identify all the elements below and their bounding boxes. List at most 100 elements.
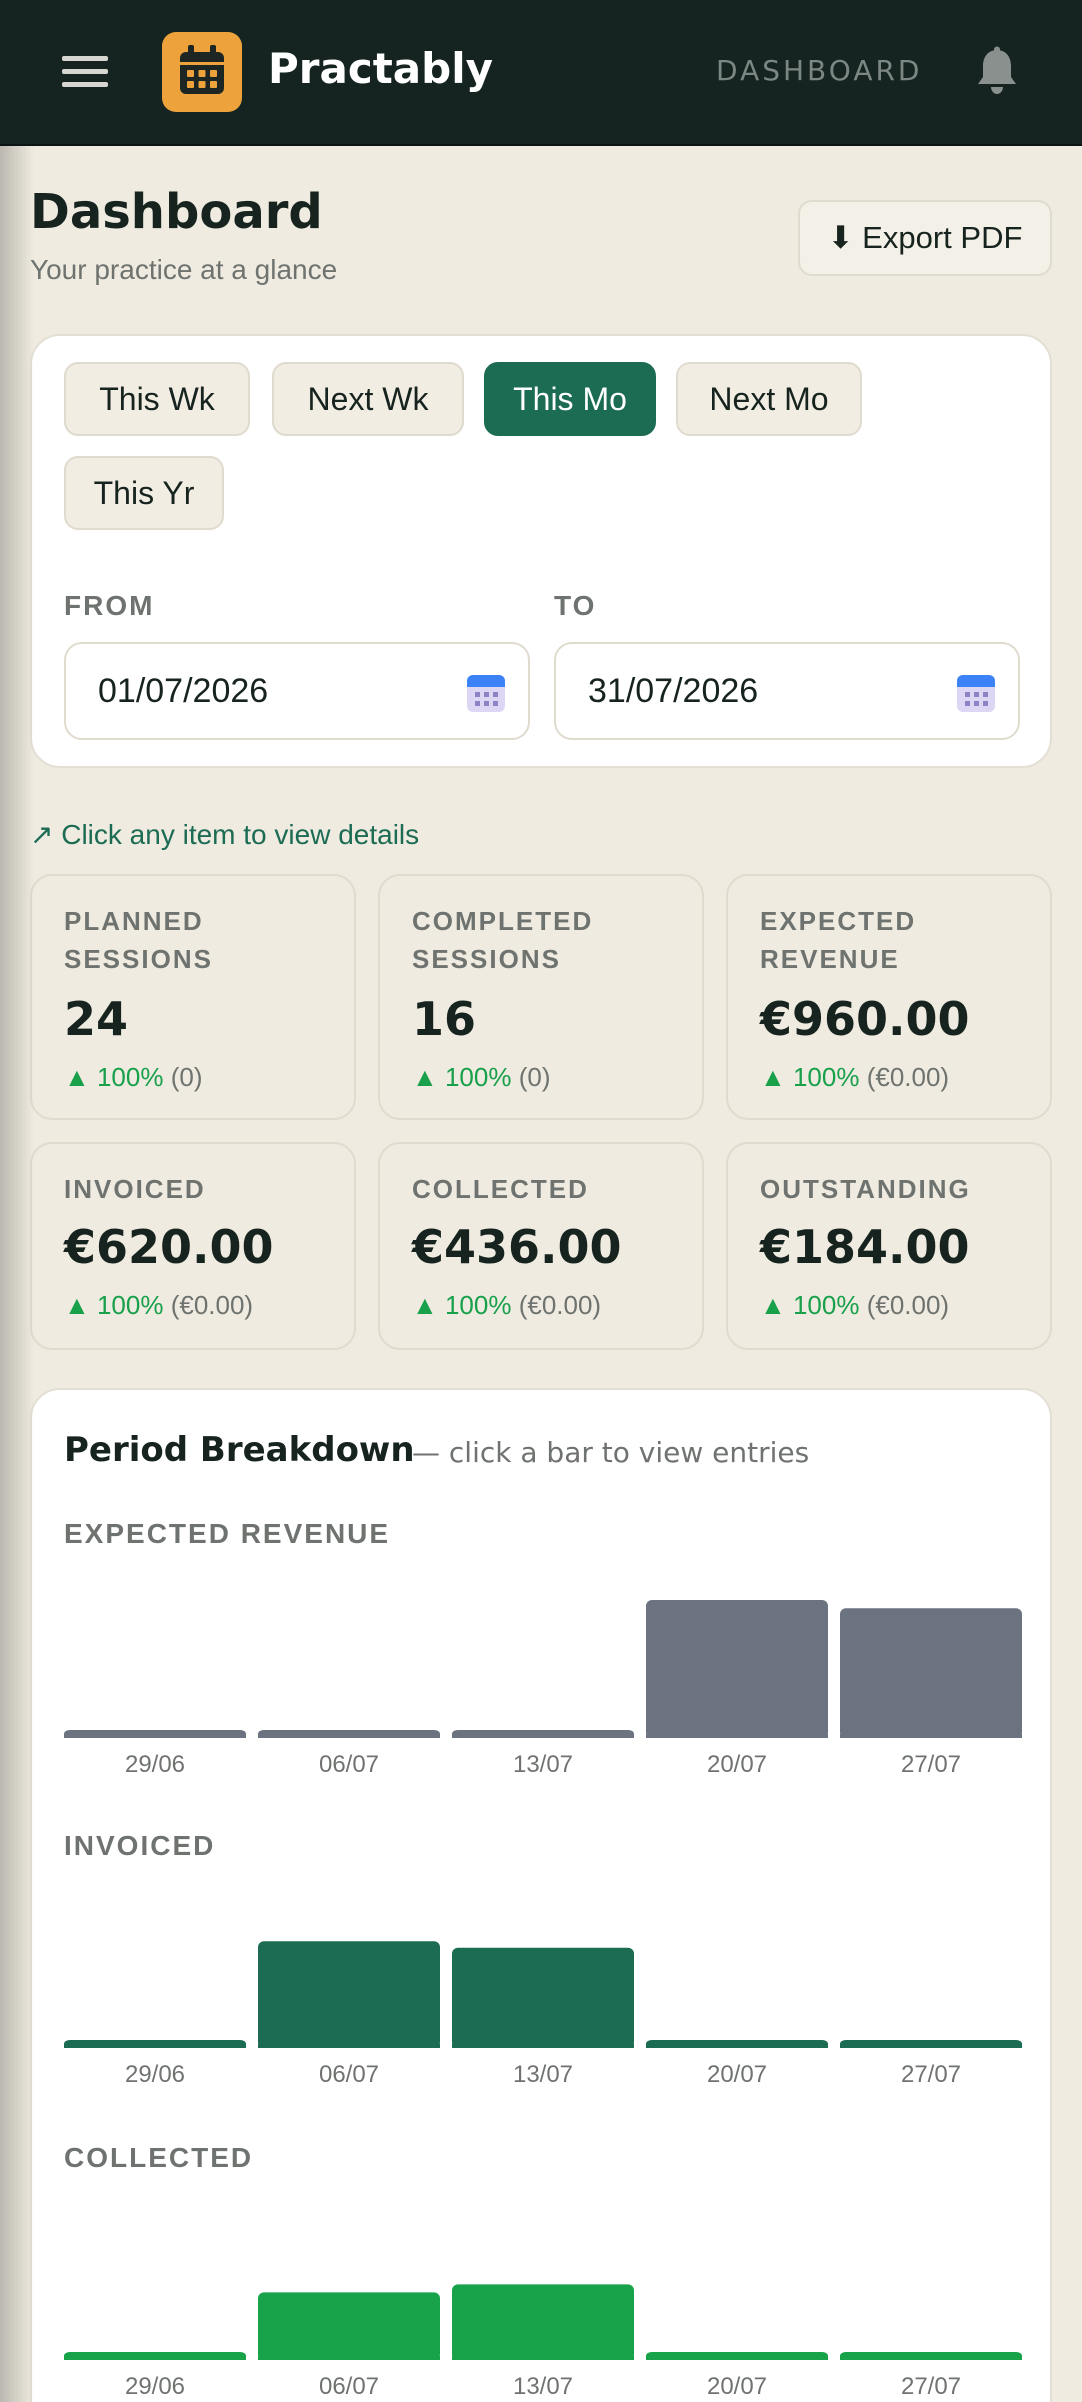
stat-change: ▲ 100% (€0.00): [412, 1290, 601, 1321]
export-pdf-button[interactable]: ⬇ Export PDF: [798, 200, 1052, 276]
collected-chart: 29/06 06/07 13/07 20/07 27/07: [64, 2212, 1022, 2402]
stat-change: ▲ 100% (€0.00): [760, 1290, 949, 1321]
to-label: TO: [554, 590, 597, 621]
from-label: FROM: [64, 590, 155, 621]
x-tick-label: 27/07: [901, 2373, 961, 2400]
stat-label: EXPECTED REVENUE: [760, 906, 917, 974]
stat-value: €960.00: [760, 992, 970, 1046]
bar-base: [452, 2044, 634, 2048]
x-tick-label: 06/07: [319, 2373, 379, 2400]
click-hint: ↗ Click any item to view details: [30, 819, 420, 850]
x-tick-label: 06/07: [319, 1751, 379, 1778]
breakdown-subtitle: — click a bar to view entries: [412, 1436, 810, 1469]
preset-this-year[interactable]: This Yr: [64, 456, 224, 530]
stat-label: OUTSTANDING: [760, 1174, 971, 1204]
bar-base: [840, 1734, 1022, 1738]
preset-this-month[interactable]: This Mo: [484, 362, 656, 436]
preset-next-week[interactable]: Next Wk: [272, 362, 464, 436]
bar-base: [646, 1734, 828, 1738]
date-range-filter-card: This Wk Next Wk This Mo Next Mo This Yr …: [30, 334, 1052, 768]
stat-previous: (0): [170, 1062, 203, 1092]
stat-card-outstanding[interactable]: OUTSTANDING €184.00 ▲ 100% (€0.00): [726, 1142, 1052, 1350]
x-tick-label: 20/07: [707, 2373, 767, 2400]
x-tick-label: 29/06: [125, 1751, 185, 1778]
preset-next-month[interactable]: Next Mo: [676, 362, 862, 436]
app-name: Practably: [268, 44, 493, 93]
bar-base: [64, 2044, 246, 2048]
drawer-edge-shadow: [0, 146, 34, 2402]
calendar-icon: [162, 32, 242, 112]
bar-06-07[interactable]: [258, 1941, 440, 2048]
bar-13-07[interactable]: [452, 1947, 634, 2048]
hamburger-icon[interactable]: [62, 56, 108, 90]
calendar-icon[interactable]: [466, 672, 506, 714]
stat-value: €436.00: [412, 1220, 622, 1274]
stat-value: 16: [412, 992, 477, 1046]
preset-this-week[interactable]: This Wk: [64, 362, 250, 436]
top-app-bar: Practably DASHBOARD: [0, 0, 1082, 146]
x-tick-label: 27/07: [901, 1751, 961, 1778]
x-tick-label: 13/07: [513, 2061, 573, 2088]
from-date-value: 01/07/2026: [98, 672, 269, 710]
stat-change: ▲ 100% (0): [64, 1062, 202, 1093]
stat-previous: (€0.00): [170, 1290, 254, 1320]
trend-up: ▲ 100%: [412, 1062, 512, 1092]
bar-base: [646, 2044, 828, 2048]
bar-base: [840, 2356, 1022, 2360]
stat-previous: (€0.00): [866, 1290, 950, 1320]
stat-previous: (€0.00): [518, 1290, 602, 1320]
x-tick-label: 20/07: [707, 1751, 767, 1778]
stat-value: 24: [64, 992, 129, 1046]
trend-up: ▲ 100%: [760, 1290, 860, 1320]
x-tick-label: 20/07: [707, 2061, 767, 2088]
bell-icon[interactable]: [974, 46, 1020, 96]
bar-base: [64, 1734, 246, 1738]
stat-change: ▲ 100% (€0.00): [64, 1290, 253, 1321]
stat-card-planned-sessions[interactable]: PLANNED SESSIONS 24 ▲ 100% (0): [30, 874, 356, 1120]
bar-base: [452, 1734, 634, 1738]
chart-title-invoiced: INVOICED: [64, 1830, 216, 1861]
stat-card-collected[interactable]: COLLECTED €436.00 ▲ 100% (€0.00): [378, 1142, 704, 1350]
stat-label: COMPLETED SESSIONS: [412, 906, 594, 974]
x-tick-label: 13/07: [513, 2373, 573, 2400]
bar-base: [258, 2356, 440, 2360]
breakdown-title: Period Breakdown: [64, 1430, 415, 1470]
bar-base: [840, 2044, 1022, 2048]
stat-card-expected-revenue[interactable]: EXPECTED REVENUE €960.00 ▲ 100% (€0.00): [726, 874, 1052, 1120]
bar-06-07[interactable]: [258, 2292, 440, 2360]
x-tick-label: 29/06: [125, 2373, 185, 2400]
stat-label: INVOICED: [64, 1174, 206, 1204]
stat-previous: (€0.00): [866, 1062, 950, 1092]
trend-up: ▲ 100%: [760, 1062, 860, 1092]
stat-value: €184.00: [760, 1220, 970, 1274]
bar-13-07[interactable]: [452, 2284, 634, 2360]
stat-card-invoiced[interactable]: INVOICED €620.00 ▲ 100% (€0.00): [30, 1142, 356, 1350]
page-subtitle: Your practice at a glance: [30, 254, 338, 285]
calendar-icon[interactable]: [956, 672, 996, 714]
bar-base: [64, 2356, 246, 2360]
bar-base: [258, 1734, 440, 1738]
trend-up: ▲ 100%: [64, 1062, 164, 1092]
trend-up: ▲ 100%: [412, 1290, 512, 1320]
invoiced-chart: 29/06 06/07 13/07 20/07 27/07: [64, 1900, 1022, 2096]
stat-change: ▲ 100% (0): [412, 1062, 550, 1093]
trend-up: ▲ 100%: [64, 1290, 164, 1320]
stat-change: ▲ 100% (€0.00): [760, 1062, 949, 1093]
page-title: Dashboard: [30, 184, 323, 240]
bar-27-07[interactable]: [840, 1608, 1022, 1738]
stat-label: COLLECTED: [412, 1174, 589, 1204]
stat-card-completed-sessions[interactable]: COMPLETED SESSIONS 16 ▲ 100% (0): [378, 874, 704, 1120]
expected-revenue-chart: 29/06 06/07 13/07 20/07 27/07: [64, 1590, 1022, 1786]
bar-base: [452, 2356, 634, 2360]
bar-20-07[interactable]: [646, 1600, 828, 1738]
bar-base: [646, 2356, 828, 2360]
stat-value: €620.00: [64, 1220, 274, 1274]
x-tick-label: 27/07: [901, 2061, 961, 2088]
nav-link-dashboard[interactable]: DASHBOARD: [716, 54, 922, 87]
stat-previous: (0): [518, 1062, 551, 1092]
x-tick-label: 29/06: [125, 2061, 185, 2088]
to-date-field[interactable]: 31/07/2026: [554, 642, 1020, 740]
bar-base: [258, 2044, 440, 2048]
x-tick-label: 06/07: [319, 2061, 379, 2088]
from-date-field[interactable]: 01/07/2026: [64, 642, 530, 740]
